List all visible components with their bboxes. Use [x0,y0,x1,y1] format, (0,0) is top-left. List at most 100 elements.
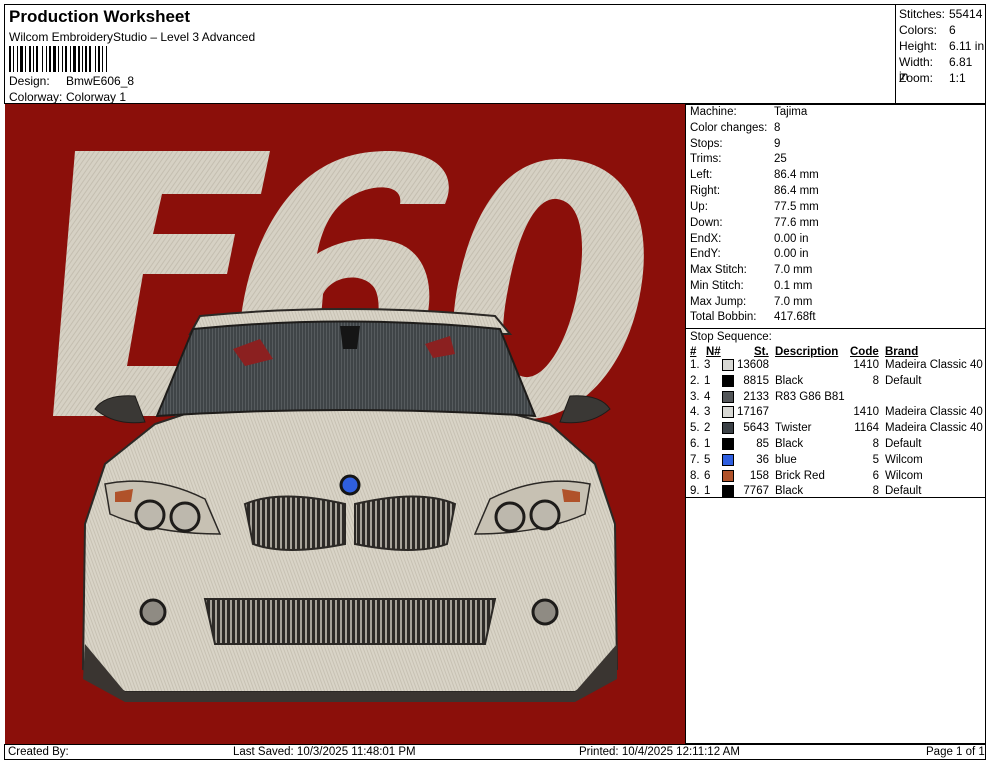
info-row: Max Stitch: 7.0 mm [690,264,812,276]
info-label: EndY: [690,248,721,260]
row-stitches: 158 [749,469,769,482]
car-embroidery-image [53,151,644,702]
color-swatch [722,438,734,450]
row-num: 4. [690,406,700,419]
row-description: Brick Red [775,469,825,482]
color-swatch [722,453,734,466]
info-label: Total Bobbin: [690,311,757,323]
info-row: Left: 86.4 mm [690,169,819,181]
colorway-label: Colorway: [9,90,63,104]
color-swatch [722,406,734,419]
info-row: Down: 77.6 mm [690,217,819,229]
row-stitches: 7767 [743,485,769,498]
design-row: Design: BmwE606_8 [9,74,134,88]
row-brand: Default [885,485,922,498]
row-code: 8 [872,438,879,450]
color-swatch [722,485,734,498]
info-value: 7.0 mm [774,296,813,308]
design-value: BmwE606_8 [66,74,135,88]
info-label: Down: [690,217,723,229]
machine-info-panel: Machine: Tajima Color changes: 8 Stops: 9 T… [685,104,986,744]
printed-date: Printed: 10/4/2025 12:11:12 AM [579,746,740,758]
row-code: 8 [872,374,879,387]
info-value: 86.4 mm [774,185,819,197]
info-value: 0.1 mm [774,280,813,292]
info-row: Min Stitch: 0.1 mm [690,280,812,292]
info-label: Stops: [690,138,723,150]
stat-label: Stitches: [899,7,946,21]
created-by: Created By: [8,746,69,758]
table-divider [686,497,985,498]
row-stitches: 85 [756,438,769,450]
col-header-needle: N# [706,346,721,358]
row-brand: Madeira Classic 40 [885,422,983,435]
info-value: 86.4 mm [774,169,819,181]
row-code: 1410 [853,406,879,419]
info-row: Stops: 9 [690,138,780,150]
colorway-value: Colorway 1 [66,90,127,104]
info-value: 77.5 mm [774,201,819,213]
table-row: 7. 5 36 blue 5 Wilcom [686,453,985,470]
row-num: 9. [690,485,700,498]
row-num: 6. [690,438,700,450]
row-description: blue [775,453,797,466]
color-swatch [722,469,734,482]
stat-value: 55414 [949,7,983,21]
row-needle: 2 [704,422,711,435]
row-num: 8. [690,469,700,482]
row-num: 2. [690,374,700,387]
table-row: 2. 1 8815 Black 8 Default [686,374,985,391]
info-label: Max Jump: [690,296,747,308]
table-row: 5. 2 5643 Twister 1164 Madeira Classic 40 [686,422,985,438]
row-brand: Default [885,438,922,450]
row-brand: Madeira Classic 40 [885,406,983,419]
color-swatch [722,422,734,435]
info-value: 77.6 mm [774,217,819,229]
col-header-brand: Brand [885,346,919,358]
stat-label: Zoom: [899,71,934,85]
stop-sequence-title: Stop Sequence: [690,331,772,343]
row-num: 3. [690,390,700,403]
row-needle: 6 [704,469,711,482]
colorway-row: Colorway: Colorway 1 [9,90,126,104]
color-swatch [722,374,734,387]
row-description: Twister [775,422,812,435]
page-number: Page 1 of 1 [926,746,985,758]
stat-stitches: Stitches: 55414 [899,7,985,21]
design-stats: Stitches: 55414 Colors: 6 Height: 6.11 in W… [895,4,986,104]
row-needle: 1 [704,374,711,387]
info-row: Max Jump: 7.0 mm [690,296,812,308]
info-label: Color changes: [690,122,768,134]
info-row: Color changes: 8 [690,122,780,134]
row-needle: 5 [704,453,711,466]
row-needle: 1 [704,438,711,450]
col-header-num: # [690,346,697,358]
worksheet-footer: Created By: Last Saved: 10/3/2025 11:48:… [4,744,986,760]
row-code: 6 [872,469,879,482]
row-num: 1. [690,359,700,371]
row-stitches: 13608 [737,359,769,371]
table-row: 8. 6 158 Brick Red 6 Wilcom [686,469,985,486]
stat-label: Height: [899,39,938,53]
stat-label: Width: [899,55,934,69]
info-row: EndX: 0.00 in [690,233,809,245]
info-value: 417.68ft [774,311,816,323]
info-label: Up: [690,201,708,213]
row-stitches: 2133 [743,390,769,403]
info-value: 0.00 in [774,233,809,245]
info-value: 9 [774,138,781,150]
info-row: EndY: 0.00 in [690,248,809,260]
row-description: R83 G86 B81 [775,390,845,403]
row-needle: 4 [704,390,711,403]
info-label: Left: [690,169,713,181]
row-brand: Madeira Classic 40 [885,359,983,371]
stat-colors: Colors: 6 [899,23,985,37]
row-stitches: 8815 [743,374,769,387]
row-brand: Default [885,374,922,387]
table-row: 6. 1 85 Black 8 Default [686,438,985,454]
row-needle: 1 [704,485,711,498]
row-code: 1410 [853,359,879,371]
stat-zoom: Zoom: 1:1 [899,71,985,85]
row-needle: 3 [704,359,711,371]
info-row: Total Bobbin: 417.68ft [690,311,816,323]
